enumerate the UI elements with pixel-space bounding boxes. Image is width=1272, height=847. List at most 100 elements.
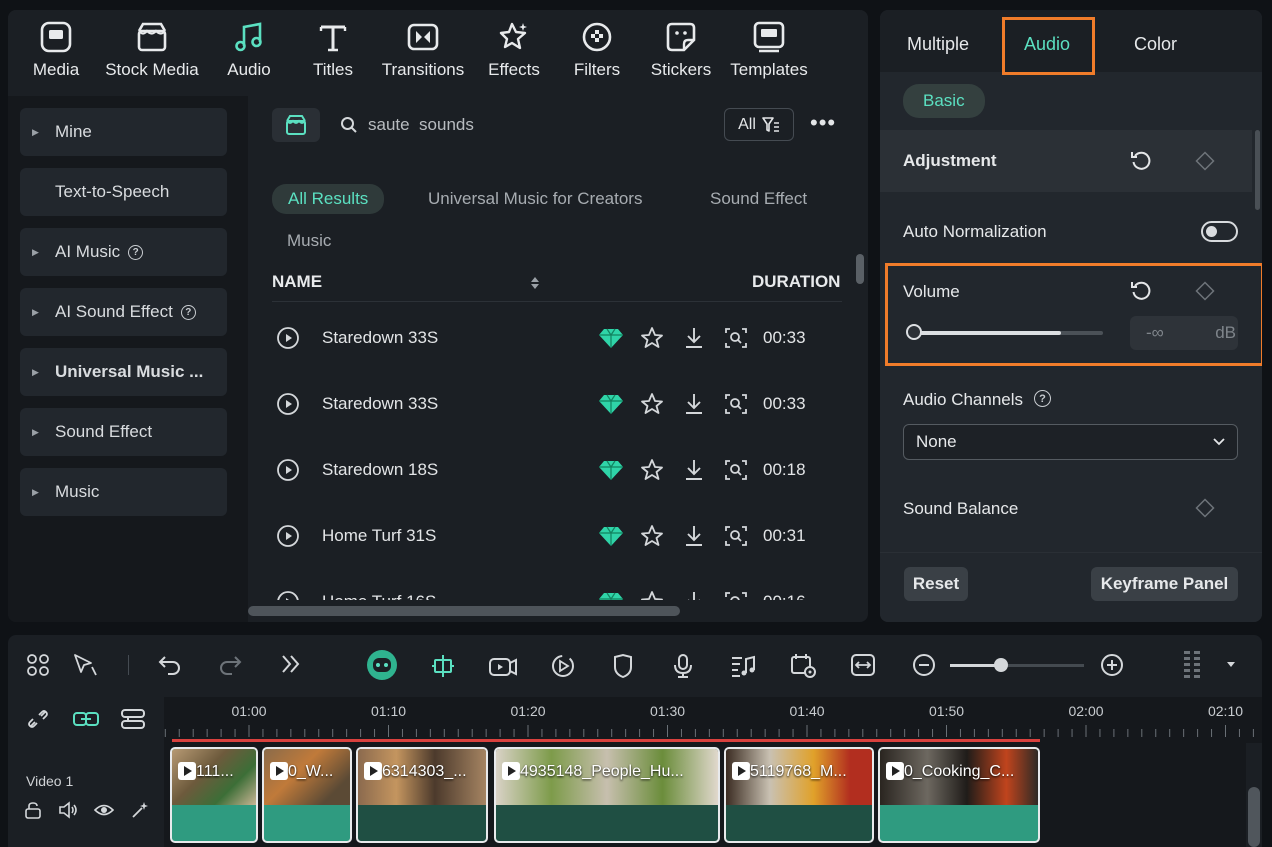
tab-stock-media[interactable]: Stock Media	[104, 20, 200, 92]
sidebar-item-ai-music[interactable]: ▶ AI Music ?	[20, 228, 227, 276]
link-clips-icon[interactable]	[72, 707, 100, 731]
speaker-icon[interactable]	[58, 801, 78, 819]
play-preview-icon[interactable]	[276, 326, 300, 350]
video-track[interactable]: 111... 0_W... 6314303_... 4935148_People…	[164, 743, 1246, 847]
tab-stickers[interactable]: Stickers	[648, 20, 714, 92]
result-row[interactable]: Staredown 33S 00:33	[248, 306, 858, 372]
store-button[interactable]	[272, 108, 320, 142]
video-clip[interactable]: 4935148_People_Hu...	[494, 747, 720, 843]
redo-icon[interactable]	[218, 653, 242, 675]
tab-effects[interactable]: Effects	[484, 20, 544, 92]
more-tools-icon[interactable]	[280, 653, 302, 675]
download-icon[interactable]	[683, 524, 705, 548]
favorite-star-icon[interactable]	[640, 524, 664, 548]
sidebar-item-ai-sound-effect[interactable]: ▶ AI Sound Effect ?	[20, 288, 227, 336]
reset-button[interactable]: Reset	[904, 567, 968, 601]
chip-all-results[interactable]: All Results	[272, 184, 385, 214]
audio-channels-help-icon[interactable]: ?	[1034, 390, 1051, 407]
play-preview-icon[interactable]	[276, 524, 300, 548]
tab-color[interactable]: Color	[1134, 34, 1177, 55]
sidebar-item-mine[interactable]: ▶ Mine	[20, 108, 227, 156]
tab-audio[interactable]: Audio	[220, 20, 278, 92]
track-settings-icon[interactable]	[1182, 649, 1204, 679]
keyframe-diamond-icon[interactable]	[1195, 151, 1215, 171]
download-icon[interactable]	[683, 326, 705, 350]
chip-music[interactable]: Music	[287, 231, 331, 251]
sidebar-item-universal-music[interactable]: ▶ Universal Music ...	[20, 348, 227, 396]
find-similar-icon[interactable]	[724, 524, 748, 548]
sidebar-item-sound-effect[interactable]: ▶ Sound Effect	[20, 408, 227, 456]
result-row[interactable]: Staredown 33S 00:33	[248, 372, 858, 438]
unlink-icon[interactable]	[26, 707, 50, 731]
timeline-ruler[interactable]: 01:00 01:10 01:20 01:30 01:40 01:50 02:00 02:10	[164, 697, 1262, 743]
tab-transitions[interactable]: Transitions	[380, 20, 466, 92]
favorite-star-icon[interactable]	[640, 458, 664, 482]
undo-icon[interactable]	[158, 653, 182, 675]
audio-channels-select[interactable]: None	[903, 424, 1238, 460]
volume-keyframe-icon[interactable]	[1195, 281, 1215, 301]
sidebar-item-music[interactable]: ▶ Music	[20, 468, 227, 516]
volume-slider-handle[interactable]	[906, 324, 922, 340]
play-preview-icon[interactable]	[276, 590, 300, 600]
video-clip[interactable]: 5119768_M...	[724, 747, 874, 843]
video-clip[interactable]: 111...	[170, 747, 258, 843]
properties-scrollbar[interactable]	[1255, 130, 1260, 210]
find-similar-icon[interactable]	[724, 392, 748, 416]
microphone-icon[interactable]	[672, 653, 694, 679]
magic-wand-icon[interactable]	[130, 801, 150, 819]
play-preview-icon[interactable]	[276, 458, 300, 482]
download-icon[interactable]	[683, 590, 705, 600]
snap-magnet-icon[interactable]	[430, 653, 456, 679]
dropdown-arrow-icon[interactable]	[1226, 661, 1236, 669]
search-input[interactable]	[368, 115, 668, 135]
fit-timeline-icon[interactable]	[850, 653, 876, 677]
reset-icon[interactable]	[1130, 150, 1152, 172]
chip-sound-effect[interactable]: Sound Effect	[710, 189, 807, 209]
eye-icon[interactable]	[94, 801, 114, 819]
lock-icon[interactable]	[24, 801, 42, 819]
ai-assistant-icon[interactable]	[366, 649, 398, 681]
video-clip[interactable]: 0_W...	[262, 747, 352, 843]
result-row[interactable]: Home Turf 16S 00:16	[248, 570, 858, 600]
track-manager-icon[interactable]	[120, 707, 146, 731]
zoom-in-icon[interactable]	[1100, 653, 1124, 677]
result-row[interactable]: Staredown 18S 00:18	[248, 438, 858, 504]
find-similar-icon[interactable]	[724, 458, 748, 482]
volume-reset-icon[interactable]	[1130, 280, 1152, 302]
chip-universal-music[interactable]: Universal Music for Creators	[428, 189, 642, 209]
tab-templates[interactable]: Templates	[728, 20, 810, 92]
find-similar-icon[interactable]	[724, 326, 748, 350]
results-vertical-scrollbar[interactable]	[856, 254, 864, 284]
shield-mask-icon[interactable]	[612, 653, 634, 679]
play-preview-icon[interactable]	[276, 392, 300, 416]
timeline-vertical-scrollbar[interactable]	[1248, 787, 1260, 847]
keyframe-panel-button[interactable]: Keyframe Panel	[1091, 567, 1238, 601]
zoom-out-icon[interactable]	[912, 653, 936, 677]
ai-video-icon[interactable]	[488, 653, 518, 679]
auto-normalization-toggle[interactable]	[1201, 221, 1238, 242]
favorite-star-icon[interactable]	[640, 392, 664, 416]
help-icon[interactable]: ?	[128, 244, 144, 260]
zoom-slider-handle[interactable]	[994, 658, 1008, 672]
sound-balance-keyframe-icon[interactable]	[1195, 498, 1215, 518]
filter-dropdown[interactable]: All	[724, 108, 794, 141]
preview-render-icon[interactable]	[790, 653, 818, 679]
find-similar-icon[interactable]	[724, 590, 748, 600]
basic-chip[interactable]: Basic	[903, 84, 985, 118]
playback-speed-icon[interactable]	[550, 653, 576, 679]
download-icon[interactable]	[683, 458, 705, 482]
tab-media[interactable]: Media	[24, 20, 88, 92]
layout-grid-icon[interactable]	[26, 653, 50, 677]
column-name[interactable]: NAME	[272, 272, 322, 292]
help-icon[interactable]: ?	[180, 304, 196, 320]
volume-db-input[interactable]: -∞ dB	[1130, 316, 1238, 350]
result-row[interactable]: Home Turf 31S 00:31	[248, 504, 858, 570]
favorite-star-icon[interactable]	[640, 326, 664, 350]
download-icon[interactable]	[683, 392, 705, 416]
video-clip[interactable]: 6314303_...	[356, 747, 488, 843]
audio-ducking-icon[interactable]	[730, 653, 756, 679]
tab-filters[interactable]: Filters	[568, 20, 626, 92]
favorite-star-icon[interactable]	[640, 590, 664, 600]
select-pointer-icon[interactable]	[72, 653, 98, 677]
more-options-icon[interactable]: •••	[810, 110, 836, 136]
